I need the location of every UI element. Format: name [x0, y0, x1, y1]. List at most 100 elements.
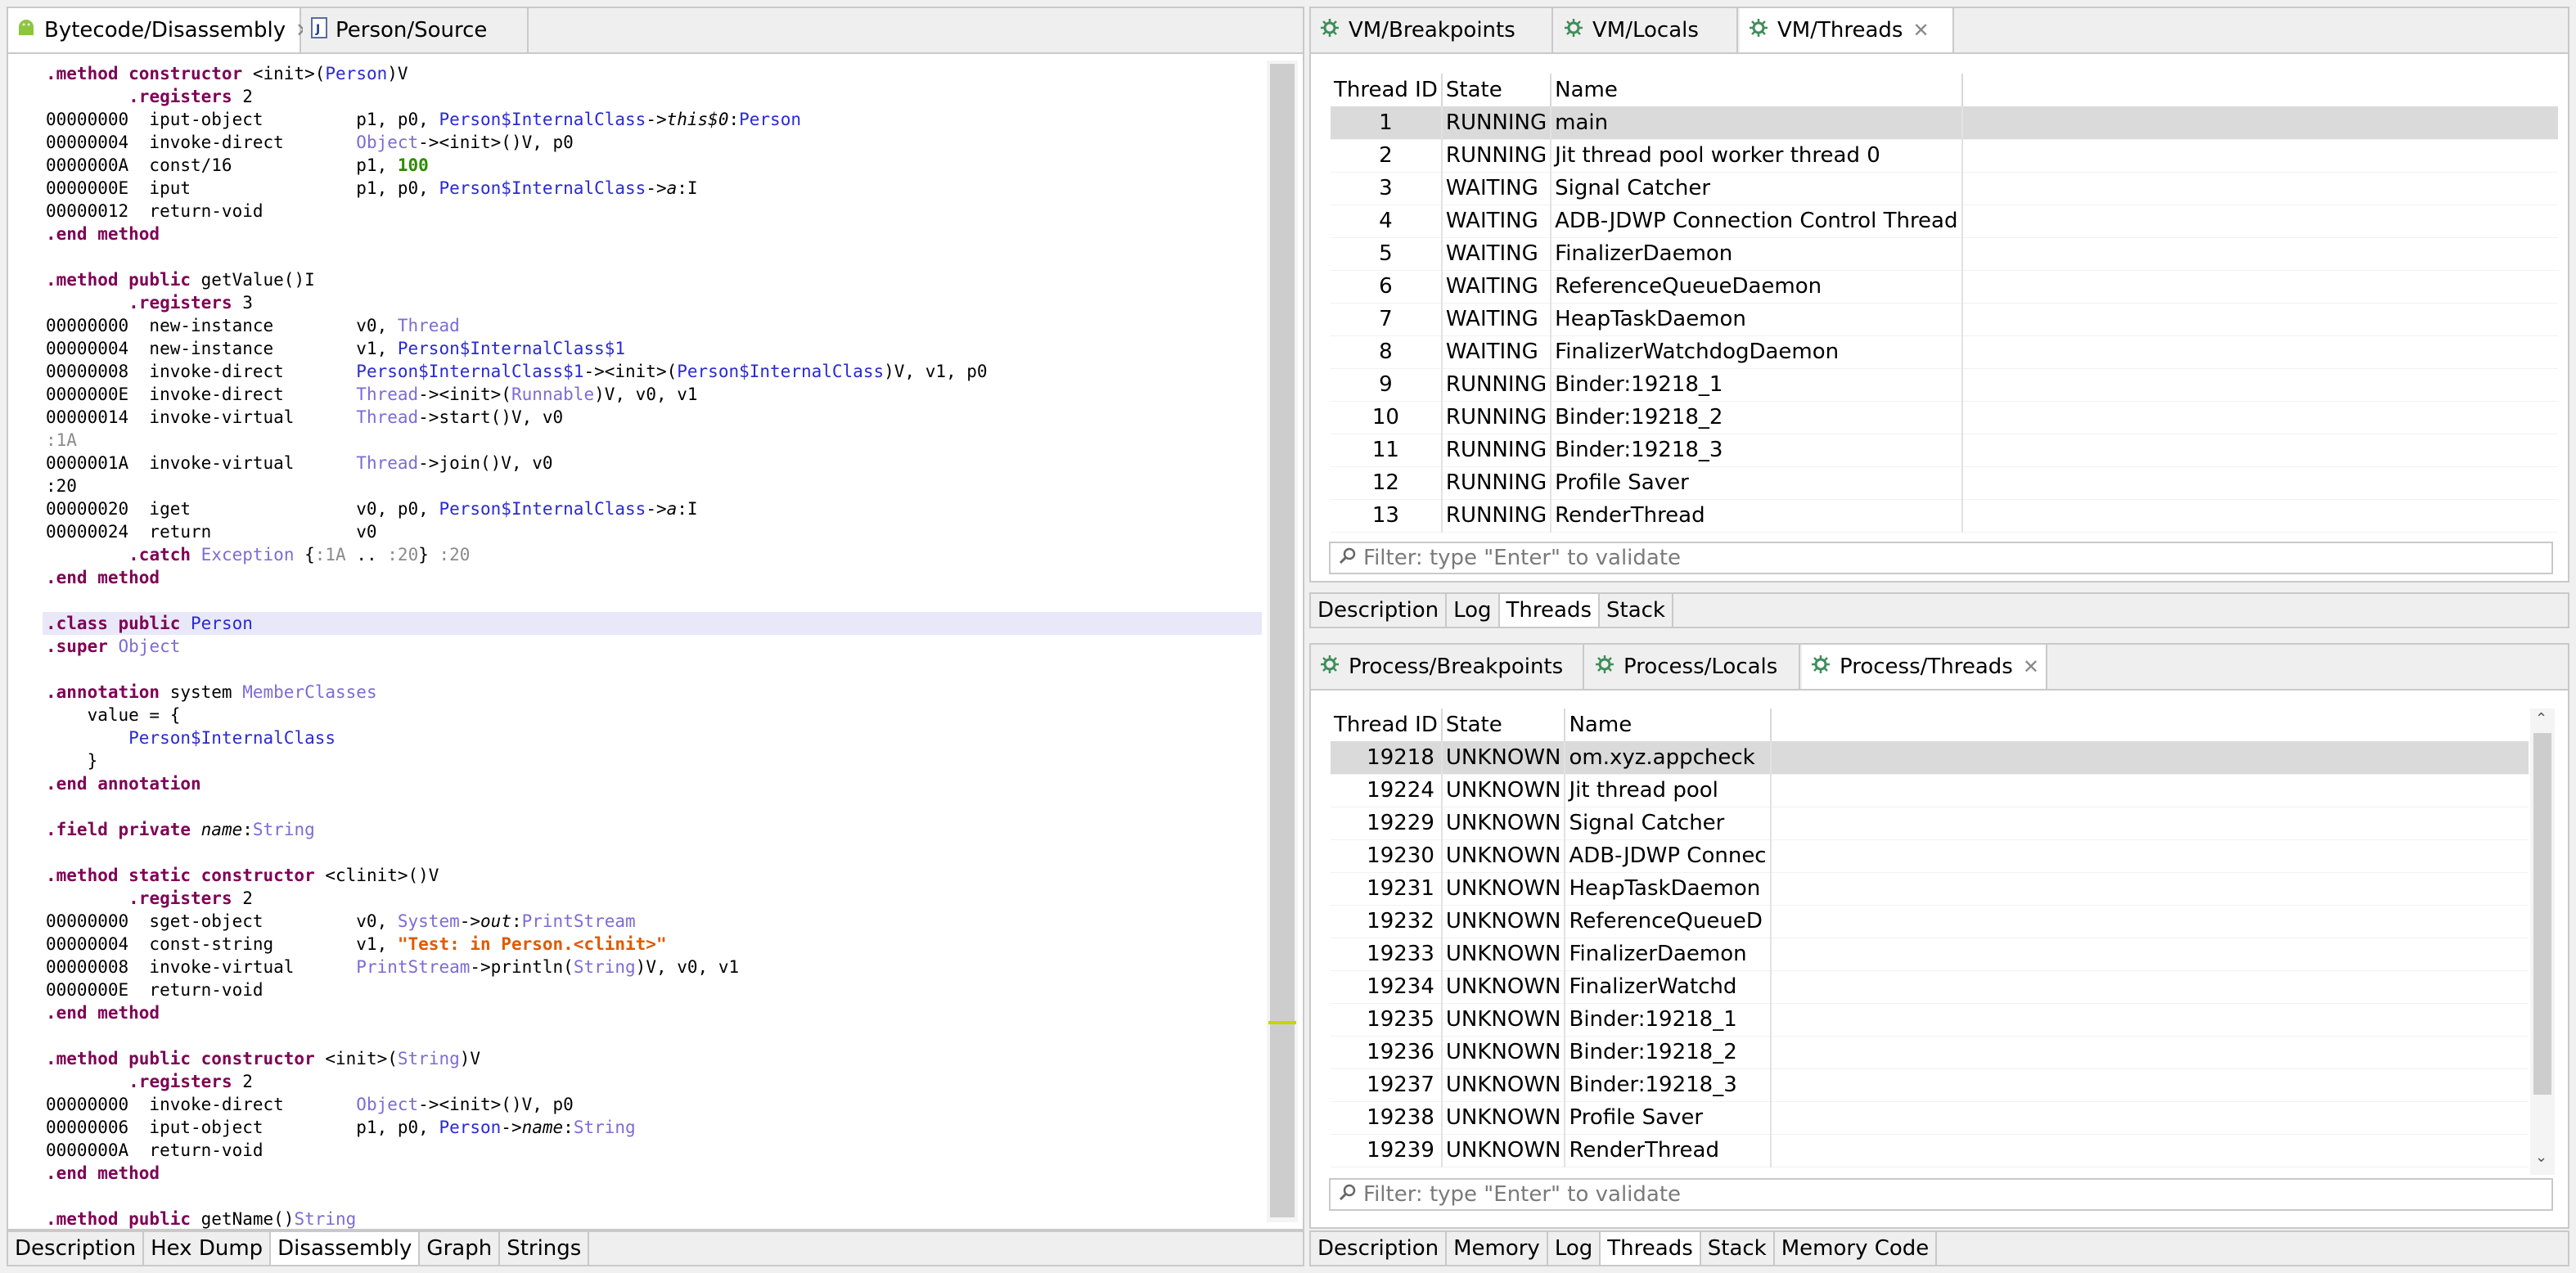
code-line[interactable]: 00000012 return-void [46, 200, 1262, 223]
code-line[interactable]: .registers 3 [46, 291, 1262, 314]
scrollbar-thumb[interactable] [2533, 733, 2551, 1095]
code-line[interactable]: 00000004 new-instance v1, Person$Interna… [46, 337, 1262, 360]
code-line[interactable] [46, 245, 1262, 268]
code-line[interactable]: 0000000A const/16 p1, 100 [46, 154, 1262, 177]
table-row[interactable]: 7 WAITING HeapTaskDaemon [1331, 303, 2558, 336]
table-row[interactable]: 19233 UNKNOWN FinalizerDaemon [1331, 938, 2529, 971]
code-line[interactable]: .class public Person [43, 612, 1262, 635]
code-line[interactable]: :1A [46, 429, 1262, 452]
code-line[interactable]: .end method [46, 223, 1262, 245]
chevron-up-icon[interactable]: ⌃ [2535, 710, 2547, 727]
code-line[interactable]: 00000014 invoke-virtual Thread->start()V… [46, 406, 1262, 429]
table-row[interactable]: 19236 UNKNOWN Binder:19218_2 [1331, 1036, 2529, 1069]
tab-vm-breakpoints[interactable]: VM/Breakpoints [1311, 8, 1553, 52]
table-row[interactable]: 19234 UNKNOWN FinalizerWatchd [1331, 970, 2529, 1004]
close-icon[interactable]: ✕ [2023, 655, 2039, 678]
code-line[interactable]: .method static constructor <clinit>()V [46, 864, 1262, 887]
table-row[interactable]: 6 WAITING ReferenceQueueDaemon [1331, 270, 2558, 304]
code-line[interactable]: 0000001A invoke-virtual Thread->join()V,… [46, 452, 1262, 475]
code-line[interactable]: .method public getValue()I [46, 268, 1262, 291]
code-line[interactable] [46, 1185, 1262, 1208]
code-line[interactable]: 00000008 invoke-virtual PrintStream->pri… [46, 956, 1262, 978]
code-line[interactable] [46, 658, 1262, 681]
btab-disassembly[interactable]: Disassembly [271, 1232, 421, 1265]
btab-graph[interactable]: Graph [420, 1232, 501, 1265]
btab-memory-code[interactable]: Memory Code [1775, 1232, 1938, 1265]
tab-process-locals[interactable]: Process/Locals [1586, 645, 1800, 689]
table-row[interactable]: 19238 UNKNOWN Profile Saver [1331, 1101, 2529, 1135]
code-line[interactable]: value = { [46, 704, 1262, 726]
table-row[interactable]: 19218 UNKNOWN om.xyz.appcheck [1331, 741, 2529, 775]
btab-description[interactable]: Description [1311, 1232, 1448, 1265]
table-row[interactable]: 11 RUNNING Binder:19218_3 [1331, 434, 2558, 467]
table-row[interactable]: 19224 UNKNOWN Jit thread pool [1331, 774, 2529, 807]
code-line[interactable]: 0000000E iput p1, p0, Person$InternalCla… [46, 177, 1262, 200]
table-row[interactable]: 5 WAITING FinalizerDaemon [1331, 237, 2558, 271]
code-line[interactable] [46, 841, 1262, 864]
btab-strings[interactable]: Strings [500, 1232, 590, 1265]
code-line[interactable]: :20 [46, 475, 1262, 497]
code-line[interactable]: .method public constructor <init>(String… [46, 1047, 1262, 1070]
code-line[interactable]: Person$InternalClass [46, 726, 1262, 749]
table-row[interactable]: 8 WAITING FinalizerWatchdogDaemon [1331, 335, 2558, 369]
code-line[interactable]: .super Object [46, 635, 1262, 658]
btab-stack[interactable]: Stack [1600, 594, 1673, 627]
code-line[interactable]: .end method [46, 566, 1262, 589]
code-line[interactable]: .end annotation [46, 772, 1262, 795]
process-filter-input[interactable]: Filter: type "Enter" to validate [1329, 1178, 2553, 1211]
tab-person-source[interactable]: J Person/Source [303, 8, 529, 52]
scrollbar-thumb[interactable] [1270, 64, 1295, 1217]
tab-process-breakpoints[interactable]: Process/Breakpoints [1311, 645, 1584, 689]
code-line[interactable]: 00000008 invoke-direct Person$InternalCl… [46, 360, 1262, 383]
code-line[interactable]: .registers 2 [46, 1070, 1262, 1093]
close-icon[interactable]: ✕ [1912, 19, 1929, 42]
tab-vm-threads[interactable]: VM/Threads ✕ [1740, 8, 1954, 52]
code-line[interactable]: 00000000 sget-object v0, System->out:Pri… [46, 910, 1262, 933]
process-scrollbar[interactable]: ⌃ ⌄ [2530, 708, 2555, 1175]
code-line[interactable]: 00000004 const-string v1, "Test: in Pers… [46, 933, 1262, 956]
disassembly-scrollbar[interactable] [1267, 61, 1298, 1222]
code-line[interactable] [46, 589, 1262, 612]
table-row[interactable]: 19237 UNKNOWN Binder:19218_3 [1331, 1068, 2529, 1102]
code-line[interactable]: .end method [46, 1162, 1262, 1185]
table-row[interactable]: 4 WAITING ADB-JDWP Connection Control Thre… [1331, 205, 2558, 238]
vm-filter-input[interactable]: Filter: type "Enter" to validate [1329, 542, 2553, 574]
btab-description[interactable]: Description [1311, 594, 1448, 627]
table-row[interactable]: 19232 UNKNOWN ReferenceQueueD [1331, 905, 2529, 938]
btab-hex-dump[interactable]: Hex Dump [144, 1232, 272, 1265]
code-line[interactable]: .registers 2 [46, 887, 1262, 910]
code-line[interactable]: 00000000 new-instance v0, Thread [46, 314, 1262, 337]
code-line[interactable]: } [46, 749, 1262, 772]
tab-bytecode-disassembly[interactable]: Bytecode/Disassembly ✕ [8, 8, 312, 52]
btab-description[interactable]: Description [8, 1232, 145, 1265]
code-line[interactable]: 00000000 iput-object p1, p0, Person$Inte… [46, 108, 1262, 131]
table-row[interactable]: 10 RUNNING Binder:19218_2 [1331, 401, 2558, 434]
btab-log[interactable]: Log [1447, 594, 1500, 627]
code-line[interactable]: .end method [46, 1001, 1262, 1024]
col-thread-id[interactable]: Thread ID [1331, 74, 1443, 106]
btab-stack[interactable]: Stack [1701, 1232, 1775, 1265]
code-line[interactable] [46, 795, 1262, 818]
table-row[interactable]: 19235 UNKNOWN Binder:19218_1 [1331, 1003, 2529, 1037]
btab-threads[interactable]: Threads [1499, 594, 1600, 627]
code-line[interactable]: 00000020 iget v0, p0, Person$InternalCla… [46, 497, 1262, 520]
table-row[interactable]: 19229 UNKNOWN Signal Catcher [1331, 807, 2529, 840]
tab-process-threads[interactable]: Process/Threads ✕ [1802, 645, 2047, 689]
code-line[interactable]: .registers 2 [46, 85, 1262, 108]
chevron-down-icon[interactable]: ⌄ [2535, 1149, 2547, 1166]
table-row[interactable]: 3 WAITING Signal Catcher [1331, 172, 2558, 205]
table-row[interactable]: 1 RUNNING main [1331, 106, 2558, 140]
code-line[interactable]: 0000000E invoke-direct Thread-><init>(Ru… [46, 383, 1262, 406]
btab-memory[interactable]: Memory [1447, 1232, 1548, 1265]
col-state[interactable]: State [1441, 74, 1552, 106]
code-line[interactable]: 0000000E return-void [46, 978, 1262, 1001]
col-thread-id[interactable]: Thread ID [1331, 708, 1443, 741]
code-line[interactable]: 00000024 return v0 [46, 520, 1262, 543]
table-row[interactable]: 2 RUNNING Jit thread pool worker thread 0 [1331, 139, 2558, 173]
disassembly-code[interactable]: .method constructor <init>(Person)V .reg… [43, 62, 1262, 1229]
code-line[interactable]: .method constructor <init>(Person)V [46, 62, 1262, 85]
code-line[interactable]: 0000000A return-void [46, 1139, 1262, 1162]
col-state[interactable]: State [1441, 708, 1566, 741]
btab-threads[interactable]: Threads [1601, 1232, 1701, 1265]
table-row[interactable]: 19230 UNKNOWN ADB-JDWP Connec [1331, 839, 2529, 873]
